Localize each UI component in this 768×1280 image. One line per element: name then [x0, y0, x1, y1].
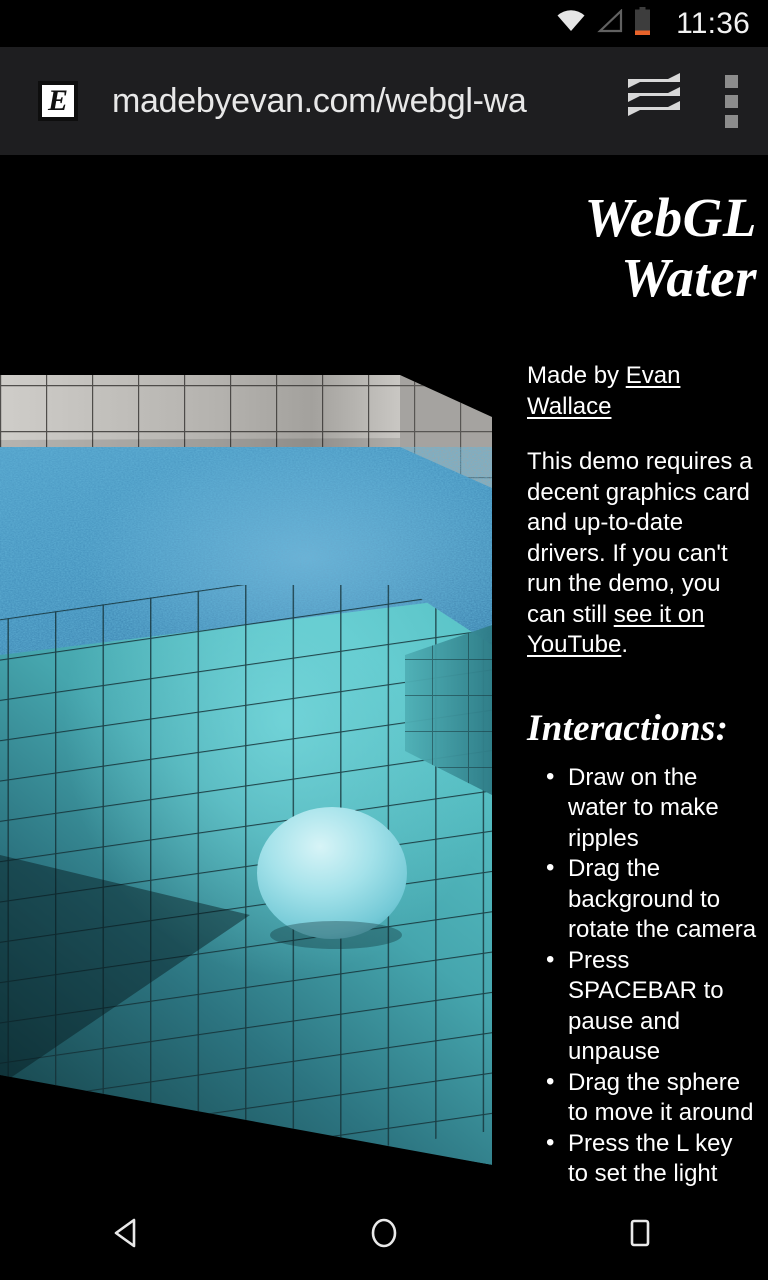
status-bar: 11:36 — [0, 0, 768, 47]
url-bar[interactable]: madebyevan.com/webgl-wa — [112, 82, 616, 121]
interaction-list-item: Press the L key to set the light directi… — [546, 1128, 757, 1191]
cell-signal-icon — [597, 8, 623, 38]
recents-button[interactable] — [560, 1190, 720, 1280]
page-text-column: WebGL Water Made by Evan Wallace This de… — [527, 155, 757, 1190]
overflow-menu-button[interactable] — [694, 47, 768, 155]
interaction-list-item: Draw on the water to make ripples — [546, 762, 757, 855]
android-screen: 11:36 E madebyevan.com/webgl-wa WebGL Wa… — [0, 0, 768, 1280]
android-navigation-bar — [0, 1190, 768, 1280]
interactions-list: Draw on the water to make ripplesDrag th… — [527, 762, 757, 1191]
tab-stack-icon — [626, 72, 684, 130]
web-page-content: WebGL Water Made by Evan Wallace This de… — [0, 155, 768, 1190]
back-button[interactable] — [48, 1190, 208, 1280]
pool-wall-back — [0, 375, 400, 453]
status-bar-clock: 11:36 — [676, 6, 750, 40]
interactions-heading: Interactions: — [527, 707, 729, 749]
favicon-letter: E — [47, 84, 68, 117]
wifi-icon — [556, 9, 586, 38]
webgl-water-canvas[interactable] — [0, 155, 500, 1190]
interaction-list-item: Drag the sphere to move it around — [546, 1067, 757, 1129]
interaction-list-item: Drag the background to rotate the camera — [546, 853, 757, 946]
home-button[interactable] — [304, 1190, 464, 1280]
overflow-menu-icon — [724, 74, 738, 128]
intro-text-part2: . — [621, 631, 628, 658]
made-by-prefix: Made by — [527, 362, 626, 389]
page-title: WebGL Water — [584, 187, 757, 308]
browser-toolbar: E madebyevan.com/webgl-wa — [0, 47, 768, 155]
status-bar-icons: 11:36 — [556, 7, 750, 41]
interaction-list-item: Press SPACEBAR to pause and unpause — [546, 945, 757, 1068]
made-by-line: Made by Evan Wallace — [527, 361, 757, 422]
back-triangle-icon — [108, 1213, 148, 1258]
intro-paragraph: This demo requires a decent graphics car… — [527, 447, 757, 661]
home-circle-icon — [364, 1213, 404, 1258]
site-favicon: E — [38, 81, 78, 121]
tabs-button[interactable] — [616, 47, 694, 155]
recents-square-icon — [620, 1213, 660, 1258]
battery-icon — [634, 7, 651, 40]
